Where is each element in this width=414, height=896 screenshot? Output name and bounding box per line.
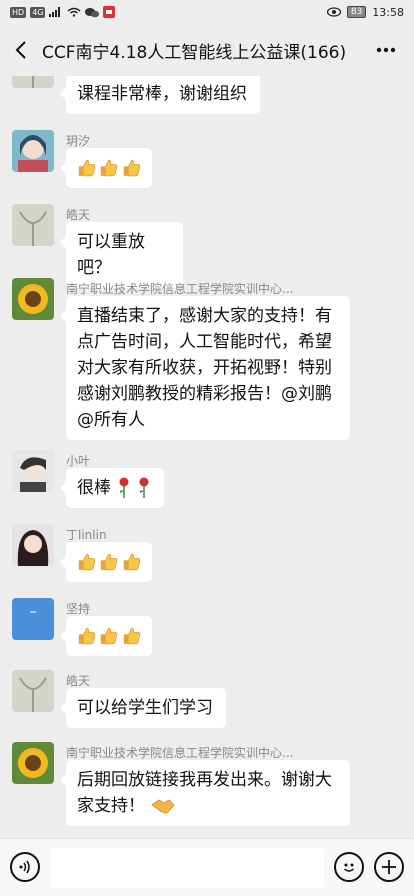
message-line: 直播结束了，感谢大家的支持！有 xyxy=(77,306,332,326)
sender-name: 坚持 xyxy=(66,602,91,616)
thumbs-up-icon xyxy=(123,159,140,177)
message-text: 可以重放吧？ xyxy=(77,232,145,278)
avatar-anime-boy-image xyxy=(12,450,54,492)
message-line: @所有人 xyxy=(77,410,145,430)
sender-name: 皓天 xyxy=(66,208,91,222)
eye-icon xyxy=(326,7,341,17)
message-bubble[interactable] xyxy=(60,542,152,582)
message-line: 点广告时间，人工智能时代，希望 xyxy=(77,332,332,352)
message-bubble[interactable]: 可以重放吧？ xyxy=(60,222,183,288)
message-bubble[interactable]: 直播结束了，感谢大家的支持！有 点广告时间，人工智能时代，希望 对大家有所收获，… xyxy=(60,296,350,440)
thumbs-up-icon xyxy=(101,627,118,645)
plus-icon xyxy=(382,860,396,874)
avatar[interactable] xyxy=(12,524,54,566)
message-line: 感谢刘鹏教授的精彩报告！@刘鹏 xyxy=(77,384,332,404)
back-button[interactable] xyxy=(0,24,42,76)
status-time: 13:58 xyxy=(372,5,404,19)
plus-button[interactable] xyxy=(374,852,404,882)
avatar-sketch-image xyxy=(12,204,54,246)
message-line-with-emoji: 家支持！ xyxy=(77,793,339,819)
chat-header: CCF南宁4.18人工智能线上公益课(166) xyxy=(0,24,414,76)
input-bar xyxy=(0,838,414,896)
thumbs-up-icon xyxy=(78,553,96,571)
thumbs-up-icon xyxy=(123,553,140,571)
avatar-sketch-image xyxy=(12,76,54,88)
status-right: 83 13:58 xyxy=(326,5,404,19)
thumbs-up-icon xyxy=(101,553,118,571)
message-line: 对大家有所收获，开拓视野！特别 xyxy=(77,358,332,378)
avatar-sky-image xyxy=(12,598,54,640)
avatar-sunflower-image xyxy=(12,742,54,784)
sender-name: 丁linlin xyxy=(66,528,107,542)
message-bubble[interactable] xyxy=(60,616,152,656)
hd-badge: HD xyxy=(10,6,27,18)
avatar[interactable] xyxy=(12,450,54,492)
ellipsis-icon xyxy=(376,47,396,53)
avatar-sketch-image xyxy=(12,670,54,712)
avatar-sunflower-image xyxy=(12,278,54,320)
message-bubble[interactable]: 后期回放链接我再发出来。谢谢大 家支持！ xyxy=(60,760,350,826)
chevron-left-icon xyxy=(15,41,26,59)
message-bubble[interactable]: 很棒 xyxy=(60,468,164,508)
voice-button[interactable] xyxy=(10,852,40,882)
message-line: 后期回放链接我再发出来。谢谢大 xyxy=(77,770,332,790)
rose-icon xyxy=(139,477,149,498)
avatar-woman-image xyxy=(12,524,54,566)
signal-icon xyxy=(49,7,61,17)
status-bar: HD 4G 83 13:58 xyxy=(0,0,414,24)
thumbs-up-icon xyxy=(78,627,96,645)
message-input[interactable] xyxy=(50,848,324,888)
message-bubble[interactable]: 课程非常棒，谢谢组织 xyxy=(60,76,260,114)
avatar[interactable] xyxy=(12,130,54,172)
avatar[interactable] xyxy=(12,598,54,640)
message-bubble[interactable]: 可以给学生们学习 xyxy=(60,688,226,728)
message-line: 家支持！ xyxy=(77,796,145,816)
message-text: 很棒 xyxy=(77,478,111,498)
avatar[interactable] xyxy=(12,76,54,88)
thumbs-up-icon xyxy=(78,159,96,177)
sender-name: 南宁职业技术学院信息工程学院实训中心... xyxy=(66,282,294,296)
chat-area[interactable]: 课程非常棒，谢谢组织 玥汐 皓天 可以重放吧？ 南宁职业技术学院信息工程学院实训… xyxy=(0,76,414,838)
emoji-group xyxy=(77,549,141,575)
voice-icon xyxy=(19,860,30,874)
message-text: 课程非常棒，谢谢组织 xyxy=(77,84,247,104)
emoji-button[interactable] xyxy=(334,852,364,882)
network-badge: 4G xyxy=(30,6,46,18)
thumbs-up-icon xyxy=(123,627,140,645)
avatar[interactable] xyxy=(12,742,54,784)
avatar[interactable] xyxy=(12,670,54,712)
wifi-icon xyxy=(68,7,81,17)
chat-title: CCF南宁4.18人工智能线上公益课(166) xyxy=(42,42,347,63)
avatar[interactable] xyxy=(12,204,54,246)
battery-level: 83 xyxy=(346,6,367,18)
handshake-icon xyxy=(151,799,175,814)
sender-name: 南宁职业技术学院信息工程学院实训中心... xyxy=(66,746,294,760)
app-notify-icon xyxy=(103,6,116,18)
smiley-icon xyxy=(344,863,354,872)
sender-name: 皓天 xyxy=(66,674,91,688)
message-text: 可以给学生们学习 xyxy=(77,698,213,718)
thumbs-up-icon xyxy=(101,159,118,177)
avatar-girl-image xyxy=(12,130,54,172)
avatar[interactable] xyxy=(12,278,54,320)
message-content: 很棒 xyxy=(77,475,153,501)
status-left: HD 4G xyxy=(10,6,116,18)
emoji-group xyxy=(77,623,141,649)
sender-name: 玥汐 xyxy=(66,134,91,148)
emoji-group xyxy=(77,155,141,181)
rose-icon xyxy=(119,477,129,498)
more-button[interactable] xyxy=(358,24,414,76)
sender-name: 小叶 xyxy=(66,454,91,468)
wechat-notify-icon xyxy=(85,7,100,17)
message-bubble[interactable] xyxy=(60,148,152,188)
